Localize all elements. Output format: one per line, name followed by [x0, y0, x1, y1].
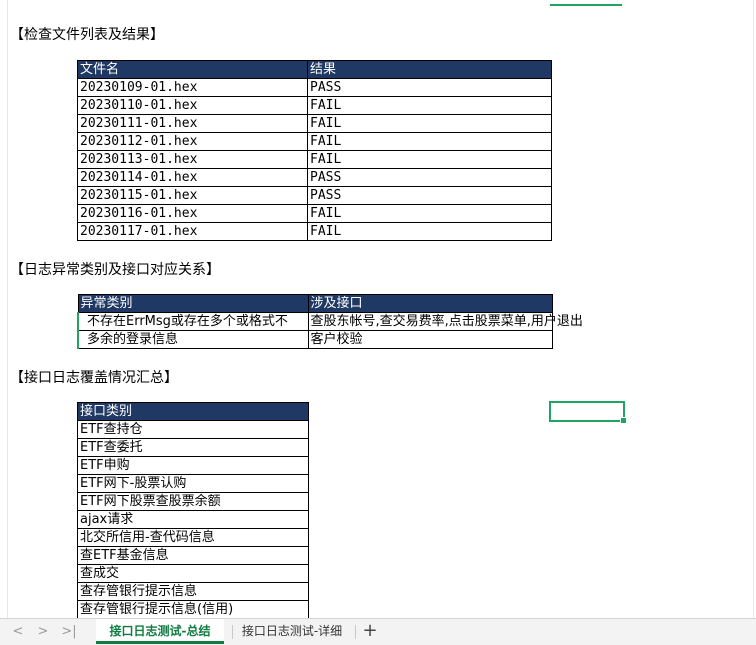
header-anomaly-type[interactable]: 异常类别: [77, 294, 309, 313]
table-row: 北交所信用-查代码信息: [77, 528, 309, 547]
interface-category-cell[interactable]: ETF网下-股票认购: [77, 474, 309, 493]
table-row: 20230114-01.hex PASS: [77, 168, 552, 187]
table-row: 20230112-01.hex FAIL: [77, 132, 552, 151]
scroll-tabs-last-icon[interactable]: >|: [58, 623, 80, 641]
result-cell[interactable]: FAIL: [307, 114, 552, 133]
filename-cell[interactable]: 20230116-01.hex: [77, 204, 308, 223]
filename-cell[interactable]: 20230117-01.hex: [77, 222, 308, 241]
filename-cell[interactable]: 20230110-01.hex: [77, 96, 308, 115]
table-row: 多余的登录信息 客户校验: [77, 330, 553, 349]
coverage-table: 接口类别 ETF查持仓 ETF查委托 ETF申购 ETF网下-股票认购 ETF网下股票查…: [77, 402, 309, 618]
table-row: ETF申购: [77, 456, 309, 475]
table-row: 不存在ErrMsg或存在多个或格式不 查股东帐号,查交易费率,点击股票菜单,用户…: [77, 312, 583, 331]
table-row: 20230110-01.hex FAIL: [77, 96, 552, 115]
section-title-coverage: 【接口日志覆盖情况汇总】: [10, 370, 178, 386]
partial-selection-indicator: [550, 0, 622, 6]
result-cell[interactable]: FAIL: [307, 222, 552, 241]
interface-category-cell[interactable]: 查存管银行提示信息: [77, 582, 309, 601]
filename-cell[interactable]: 20230111-01.hex: [77, 114, 308, 133]
header-filename[interactable]: 文件名: [77, 60, 308, 79]
interface-category-cell[interactable]: ETF查持仓: [77, 420, 309, 439]
tab-divider: [355, 625, 356, 639]
table-row: 20230116-01.hex FAIL: [77, 204, 552, 223]
interface-category-cell[interactable]: 北交所信用-查代码信息: [77, 528, 309, 547]
tab-details[interactable]: 接口日志测试-详细: [236, 619, 348, 644]
table-row: 20230113-01.hex FAIL: [77, 150, 552, 169]
add-sheet-icon[interactable]: +: [361, 621, 379, 641]
files-table: 文件名 结果 20230109-01.hex PASS 20230110-01.he…: [77, 60, 552, 241]
result-cell[interactable]: PASS: [307, 168, 552, 187]
table-row: 查成交: [77, 564, 309, 583]
interface-category-cell[interactable]: ETF申购: [77, 456, 309, 475]
table-row: ETF网下股票查股票余额: [77, 492, 309, 511]
scroll-tabs-prev-icon[interactable]: <: [10, 623, 26, 641]
table-row: 查ETF基金信息: [77, 546, 309, 565]
table-row: 20230111-01.hex FAIL: [77, 114, 552, 133]
interface-category-cell[interactable]: 查成交: [77, 564, 309, 583]
interface-category-cell[interactable]: ETF网下股票查股票余额: [77, 492, 309, 511]
result-cell[interactable]: FAIL: [307, 204, 552, 223]
result-cell[interactable]: FAIL: [307, 132, 552, 151]
table-row: 20230115-01.hex PASS: [77, 186, 552, 205]
filename-cell[interactable]: 20230112-01.hex: [77, 132, 308, 151]
interfaces-cell[interactable]: 客户校验: [307, 330, 553, 349]
result-cell[interactable]: PASS: [307, 186, 552, 205]
table-row: ETF网下-股票认购: [77, 474, 309, 493]
table-row: 查存管银行提示信息(信用): [77, 600, 309, 618]
table-row: 查存管银行提示信息: [77, 582, 309, 601]
table-row: 20230109-01.hex PASS: [77, 78, 552, 97]
result-cell[interactable]: PASS: [307, 78, 552, 97]
active-cell-selection[interactable]: [549, 401, 627, 424]
interface-category-cell[interactable]: ETF查委托: [77, 438, 309, 457]
anomaly-type-cell[interactable]: 多余的登录信息: [77, 330, 309, 349]
section-title-files: 【检查文件列表及结果】: [10, 27, 164, 43]
sheet-tab-bar: < > >| 接口日志测试-总结 接口日志测试-详细 +: [0, 618, 756, 645]
header-result[interactable]: 结果: [307, 60, 552, 79]
interface-category-cell[interactable]: 查存管银行提示信息(信用): [77, 600, 309, 618]
filename-cell[interactable]: 20230114-01.hex: [77, 168, 308, 187]
tab-divider: [232, 625, 233, 639]
table-row: 20230117-01.hex FAIL: [77, 222, 552, 241]
result-cell[interactable]: FAIL: [307, 150, 552, 169]
interface-category-cell[interactable]: ajax请求: [77, 510, 309, 529]
table-row: ajax请求: [77, 510, 309, 529]
header-interfaces[interactable]: 涉及接口: [307, 294, 553, 313]
scroll-tabs-next-icon[interactable]: >: [35, 623, 51, 641]
anomaly-type-cell[interactable]: 不存在ErrMsg或存在多个或格式不: [77, 312, 309, 331]
filename-cell[interactable]: 20230113-01.hex: [77, 150, 308, 169]
section-title-anomalies: 【日志异常类别及接口对应关系】: [10, 262, 220, 278]
worksheet-area[interactable]: 【检查文件列表及结果】 文件名 结果 20230109-01.hex PASS 20…: [0, 0, 756, 618]
tab-summary[interactable]: 接口日志测试-总结: [96, 619, 224, 644]
table-row: ETF查持仓: [77, 420, 309, 439]
filename-cell[interactable]: 20230115-01.hex: [77, 186, 308, 205]
anomalies-table: 异常类别 涉及接口 不存在ErrMsg或存在多个或格式不 查股东帐号,查交易费率…: [77, 294, 583, 349]
filename-cell[interactable]: 20230109-01.hex: [77, 78, 308, 97]
header-interface-category[interactable]: 接口类别: [77, 402, 309, 421]
interfaces-cell[interactable]: 查股东帐号,查交易费率,点击股票菜单,用户退出: [307, 312, 583, 331]
interface-category-cell[interactable]: 查ETF基金信息: [77, 546, 309, 565]
result-cell[interactable]: FAIL: [307, 96, 552, 115]
table-row: ETF查委托: [77, 438, 309, 457]
